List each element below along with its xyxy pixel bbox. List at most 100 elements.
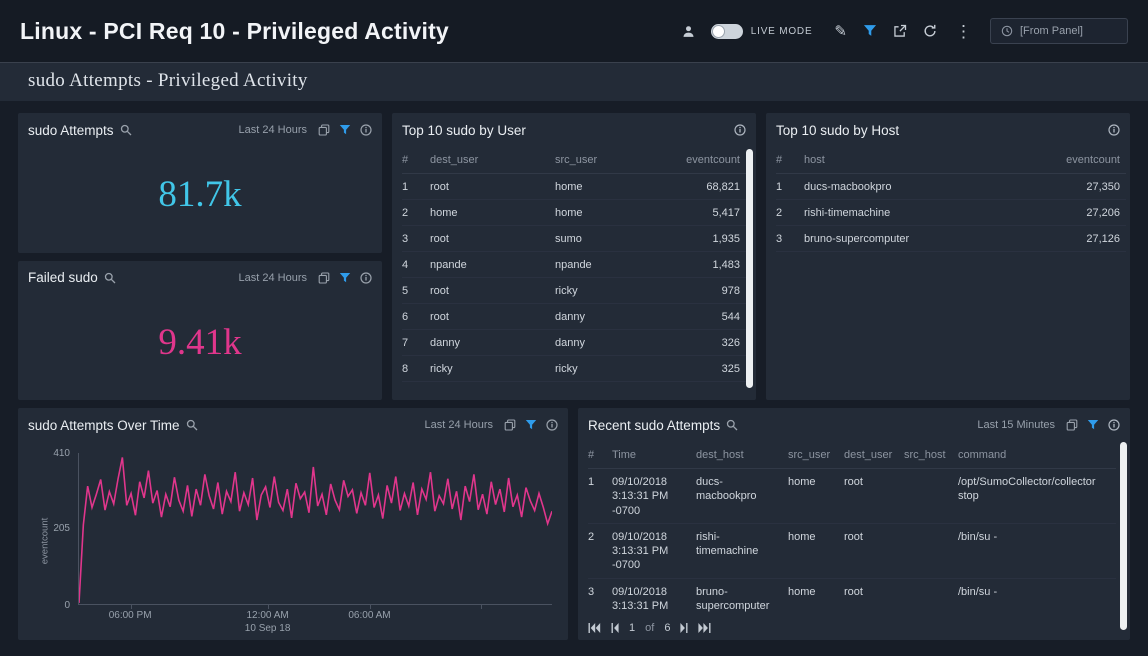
edit-pencil-icon[interactable]: ✎: [834, 24, 847, 39]
table-body: 1roothome68,8212homehome5,4173rootsumo1,…: [402, 174, 752, 382]
x-tick-label: 06:00 PM: [109, 610, 152, 623]
time-range-label[interactable]: Last 24 Hours: [239, 272, 307, 284]
time-range-label[interactable]: Last 24 Hours: [425, 419, 493, 431]
kebab-menu-icon[interactable]: ⋮: [953, 23, 974, 40]
panel-title: Failed sudo: [28, 270, 98, 285]
table-cell: rishi-timemachine: [804, 207, 1042, 219]
filter-icon[interactable]: [1087, 419, 1099, 431]
filter-icon[interactable]: [525, 419, 537, 431]
table-cell: home: [430, 207, 555, 219]
column-header: host: [804, 154, 1042, 166]
clock-icon: [1001, 25, 1013, 37]
table-cell: 27,206: [1042, 207, 1126, 219]
table-cell: 326: [674, 337, 752, 349]
table-cell: /opt/SumoCollector/collector stop: [958, 475, 1116, 504]
from-panel-button[interactable]: [From Panel]: [990, 18, 1128, 44]
table-cell: root: [844, 475, 904, 489]
x-tick-mark: [481, 605, 482, 609]
magnifier-icon[interactable]: [104, 272, 116, 284]
table-row[interactable]: 6rootdanny544: [402, 304, 752, 330]
time-range-label[interactable]: Last 15 Minutes: [977, 419, 1055, 431]
table-cell: 1,483: [674, 259, 752, 271]
panel-top-sudo-by-host: Top 10 sudo by Host #hosteventcount 1duc…: [766, 113, 1130, 400]
table-row[interactable]: 2rishi-timemachine27,206: [776, 200, 1126, 226]
vertical-scrollbar[interactable]: [746, 149, 753, 388]
table-row[interactable]: 5rootricky978: [402, 278, 752, 304]
y-tick-label: 205: [36, 523, 70, 534]
table-row[interactable]: 1ducs-macbookpro27,350: [776, 174, 1126, 200]
info-icon[interactable]: [546, 419, 558, 431]
panel-failed-sudo: Failed sudo Last 24 Hours: [18, 261, 382, 401]
filter-icon[interactable]: [339, 124, 351, 136]
series-line: [79, 457, 552, 602]
table-cell: 544: [674, 311, 752, 323]
plot-area: [78, 453, 552, 605]
info-icon[interactable]: [734, 124, 746, 136]
column-header: dest_host: [696, 449, 788, 461]
table-cell: ricky: [555, 363, 674, 375]
magnifier-icon[interactable]: [726, 419, 738, 431]
table-cell: 978: [674, 285, 752, 297]
x-tick-label: 12:00 AM 10 Sep 18: [245, 610, 291, 635]
table-cell: 1,935: [674, 233, 752, 245]
table-cell: 1: [776, 181, 804, 193]
live-mode-toggle[interactable]: [711, 24, 743, 39]
table-row[interactable]: 3rootsumo1,935: [402, 226, 752, 252]
column-header: src_user: [555, 154, 674, 166]
magnifier-icon[interactable]: [120, 124, 132, 136]
table-cell: npande: [555, 259, 674, 271]
table-cell: bruno-supercomputer: [696, 585, 788, 614]
table-row[interactable]: 3bruno-supercomputer27,126: [776, 226, 1126, 252]
table-cell: 09/10/2018 3:13:31 PM -0700: [612, 475, 696, 518]
header-controls: LIVE MODE ✎ ⋮ [From Panel]: [682, 18, 1128, 44]
table-cell: sumo: [555, 233, 674, 245]
table-cell: 09/10/2018 3:13:31 PM -0700: [612, 530, 696, 573]
copy-icon[interactable]: [504, 419, 516, 431]
refresh-icon[interactable]: [923, 24, 937, 38]
panel-title: Recent sudo Attempts: [588, 418, 720, 433]
next-page-icon[interactable]: [680, 622, 688, 634]
section-title: sudo Attempts - Privileged Activity: [28, 70, 308, 91]
table-row[interactable]: 7dannydanny326: [402, 330, 752, 356]
panel-title: sudo Attempts Over Time: [28, 418, 180, 433]
copy-icon[interactable]: [318, 272, 330, 284]
table-cell: root: [430, 285, 555, 297]
magnifier-icon[interactable]: [186, 419, 198, 431]
user-icon[interactable]: [682, 25, 695, 38]
current-page[interactable]: 1: [629, 622, 635, 634]
x-tick-mark: [370, 605, 371, 609]
filter-icon[interactable]: [863, 24, 877, 38]
text-panel: sudo Attempts - Privileged Activity: [0, 62, 1148, 101]
table-row[interactable]: 8rickyricky325: [402, 356, 752, 382]
filter-icon[interactable]: [339, 272, 351, 284]
table-cell: home: [788, 475, 844, 489]
time-range-label[interactable]: Last 24 Hours: [239, 124, 307, 136]
time-series-chart[interactable]: eventcount 410 205 0: [18, 442, 568, 640]
table-cell: 2: [776, 207, 804, 219]
y-tick-label: 410: [36, 448, 70, 459]
live-mode-label: LIVE MODE: [751, 26, 813, 37]
panel-top-sudo-by-user: Top 10 sudo by User #dest_usersrc_userev…: [392, 113, 756, 400]
info-icon[interactable]: [360, 272, 372, 284]
column-header: src_host: [904, 449, 958, 461]
table-cell: danny: [555, 337, 674, 349]
first-page-icon[interactable]: [588, 622, 601, 634]
vertical-scrollbar[interactable]: [1120, 442, 1127, 630]
last-page-icon[interactable]: [698, 622, 711, 634]
panel-recent-sudo: Recent sudo Attempts Last 15 Minutes: [578, 408, 1130, 640]
table-row[interactable]: 4npandenpande1,483: [402, 252, 752, 278]
column-header: #: [402, 154, 430, 166]
copy-icon[interactable]: [318, 124, 330, 136]
table-cell: rishi-timemachine: [696, 530, 788, 559]
info-icon[interactable]: [1108, 124, 1120, 136]
y-tick-label: 0: [36, 600, 70, 611]
copy-icon[interactable]: [1066, 419, 1078, 431]
previous-page-icon[interactable]: [611, 622, 619, 634]
info-icon[interactable]: [1108, 419, 1120, 431]
share-icon[interactable]: [893, 24, 907, 38]
table-row[interactable]: 109/10/2018 3:13:31 PM -0700ducs-macbook…: [588, 469, 1116, 524]
table-row[interactable]: 1roothome68,821: [402, 174, 752, 200]
info-icon[interactable]: [360, 124, 372, 136]
table-row[interactable]: 2homehome5,417: [402, 200, 752, 226]
table-row[interactable]: 209/10/2018 3:13:31 PM -0700rishi-timema…: [588, 524, 1116, 579]
